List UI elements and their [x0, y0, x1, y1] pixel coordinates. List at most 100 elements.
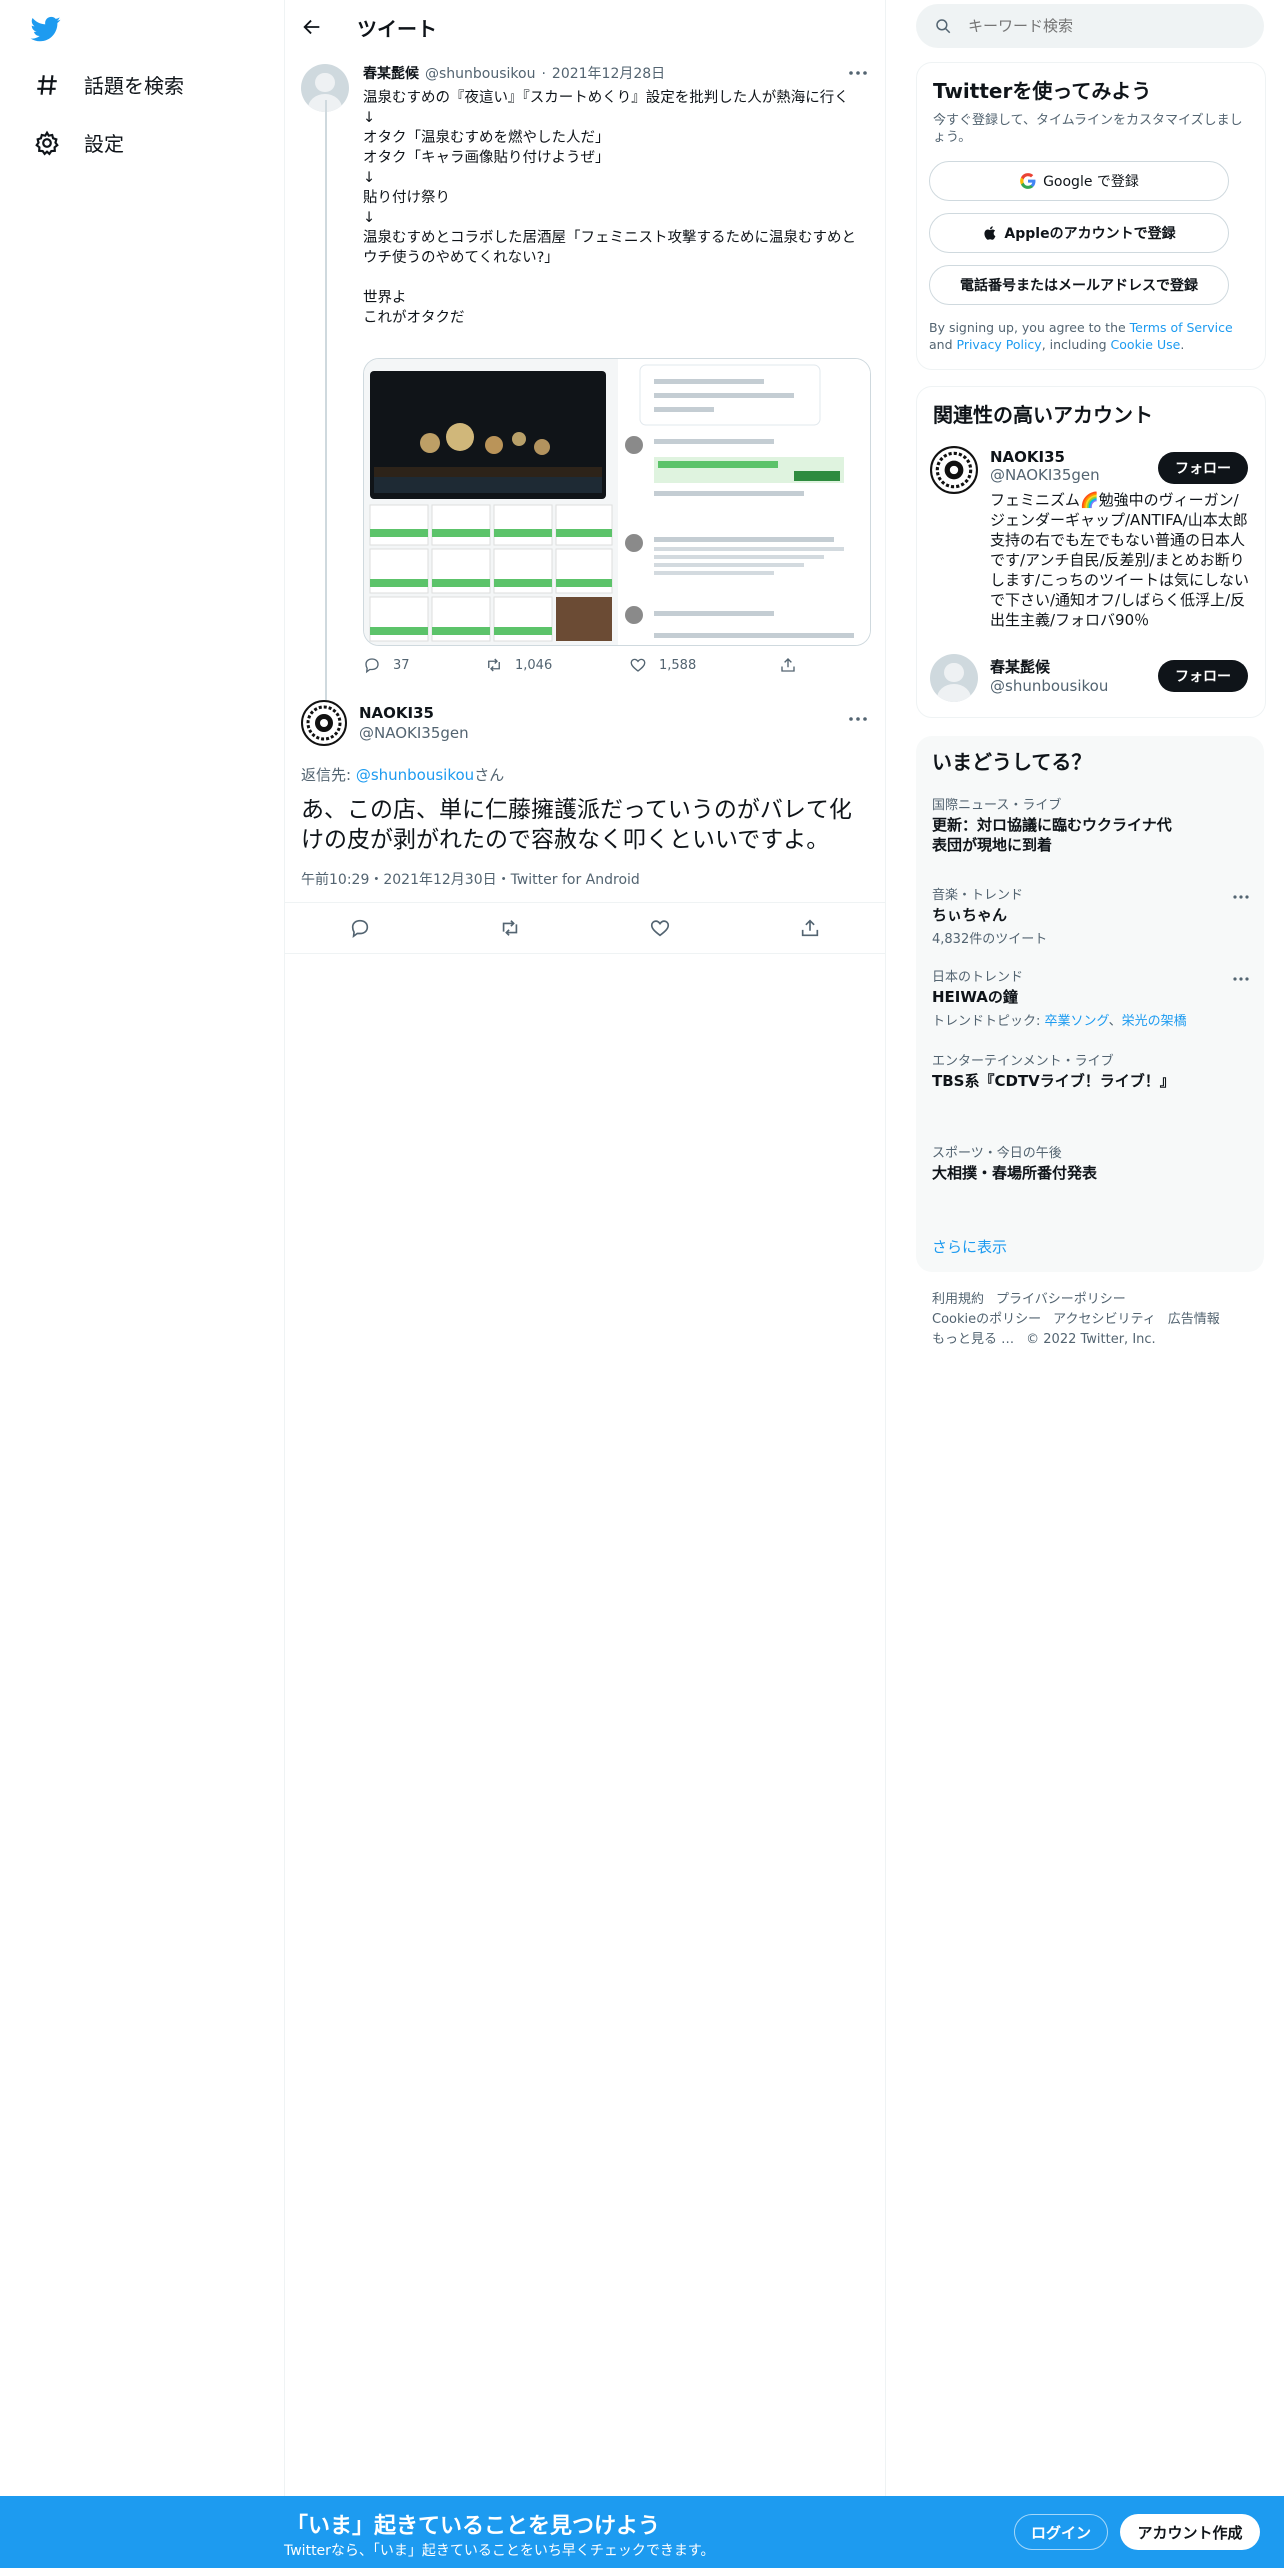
login-button[interactable]: ログイン — [1014, 2514, 1108, 2550]
signup-button[interactable]: アカウント作成 — [1120, 2514, 1260, 2550]
trend-item[interactable]: 日本のトレンド HEIWAの鐘 トレンドトピック: 卒業ソング、栄光の架橋 — [932, 966, 1232, 1029]
trend-item[interactable]: 国際ニュース・ライブ 更新：対ロ協議に臨むウクライナ代表団が現地に到着 — [932, 794, 1232, 855]
trends-title: いまどうしてる？ — [932, 750, 1092, 774]
trend-category: スポーツ・今日の午後 — [932, 1146, 1062, 1161]
parent-share-action[interactable] — [779, 656, 797, 674]
footer-link-privacy[interactable]: プライバシーポリシー — [996, 1292, 1126, 1307]
trend-more-icon[interactable] — [1232, 894, 1250, 900]
apple-signup-button[interactable]: Appleのアカウントで登録 — [929, 213, 1229, 253]
reply-icon[interactable] — [349, 917, 371, 939]
follow-button-1[interactable]: フォロー — [1158, 452, 1248, 484]
footer-link-terms[interactable]: 利用規約 — [932, 1292, 984, 1307]
related-account-2-name[interactable]: 春某髭候 — [990, 656, 1108, 677]
google-signup-button[interactable]: Google で登録 — [929, 161, 1229, 201]
trend-item[interactable]: スポーツ・今日の午後 大相撲・春場所番付発表 — [932, 1142, 1232, 1183]
back-arrow-icon[interactable] — [301, 16, 323, 38]
twitter-logo-icon[interactable] — [30, 14, 62, 44]
parent-tweet-handle[interactable]: @shunbousikou — [425, 64, 535, 84]
parent-retweet-count: 1,046 — [515, 657, 553, 673]
banner-title: 「いま」起きていることを見つけよう — [286, 2514, 661, 2539]
parent-tweet-separator: · — [541, 66, 546, 82]
retweet-icon — [488, 658, 500, 672]
related-account-1-avatar[interactable] — [930, 446, 978, 494]
heart-icon — [630, 658, 646, 672]
parent-tweet-actions: 37 1,046 1,588 — [363, 656, 797, 674]
phone-email-signup-button[interactable]: 電話番号またはメールアドレスで登録 — [929, 265, 1229, 305]
google-signup-label: Google で登録 — [1043, 174, 1139, 190]
terms-including: , including — [1041, 337, 1111, 352]
trend-category: 日本のトレンド — [932, 970, 1024, 985]
trend-topics-prefix: トレンドトピック: — [932, 1014, 1045, 1029]
parent-reply-action[interactable]: 37 — [363, 656, 485, 674]
signup-card-subtitle: 今すぐ登録して、タイムラインをカスタマイズしましょう。 — [933, 113, 1243, 145]
trend-topic-link[interactable]: 栄光の架橋 — [1122, 1014, 1187, 1029]
parent-retweet-action[interactable]: 1,046 — [485, 656, 629, 674]
focused-tweet-meta[interactable]: 午前10:29・2021年12月30日・Twitter for Android — [301, 869, 869, 889]
show-more-link[interactable]: さらに表示 — [932, 1236, 1232, 1257]
nav-settings[interactable]: 設定 — [34, 128, 124, 157]
related-account-1-bio: フェミニズム🌈勉強中のヴィーガン/ジェンダーギャップ/ANTIFA/山本太郎支持… — [990, 491, 1250, 629]
thread-line — [325, 100, 327, 700]
trend-topics-sep: 、 — [1108, 1014, 1122, 1029]
focused-tweet-more-icon[interactable] — [847, 712, 869, 726]
reply-to-handle-link[interactable]: @shunbousikou — [356, 766, 474, 784]
page-title: ツイート — [357, 16, 437, 41]
footer-link-more[interactable]: もっと見る … — [932, 1332, 1014, 1347]
trends-card: いまどうしてる？ 国際ニュース・ライブ 更新：対ロ協議に臨むウクライナ代表団が現… — [916, 736, 1264, 1272]
search-input[interactable] — [966, 16, 1250, 36]
privacy-policy-link[interactable]: Privacy Policy — [957, 337, 1042, 352]
footer-copyright: © 2022 Twitter, Inc. — [1026, 1332, 1156, 1347]
trend-category: 国際ニュース・ライブ — [932, 798, 1062, 813]
google-logo-icon — [1020, 173, 1036, 189]
parent-tweet[interactable]: 春某髭候 @shunbousikou · 2021年12月28日 温泉むすめの『… — [363, 64, 869, 328]
related-account-2-handle[interactable]: @shunbousikou — [990, 677, 1108, 695]
signup-card-title: Twitterを使ってみよう — [933, 79, 1152, 103]
parent-reply-count: 37 — [393, 657, 410, 673]
apple-logo-icon — [984, 226, 996, 240]
trend-tweet-count: 4,832件のツイート — [932, 932, 1048, 947]
nav-explore-label: 話題を検索 — [84, 74, 184, 98]
cookie-use-link[interactable]: Cookie Use — [1111, 337, 1181, 352]
focused-tweet-handle[interactable]: @NAOKI35gen — [359, 723, 469, 743]
focused-tweet-avatar[interactable] — [301, 700, 347, 746]
trend-more-icon[interactable] — [1232, 976, 1250, 982]
terms-of-service-link[interactable]: Terms of Service — [1130, 320, 1233, 335]
reply-to-prefix: 返信先: — [301, 766, 356, 784]
share-icon[interactable] — [799, 917, 821, 939]
login-banner: 「いま」起きていることを見つけよう Twitterなら、「いま」起きていることを… — [0, 2496, 1284, 2568]
retweet-icon[interactable] — [499, 917, 521, 939]
footer-link-cookies[interactable]: Cookieのポリシー — [932, 1312, 1041, 1327]
signup-card: Twitterを使ってみよう 今すぐ登録して、タイムラインをカスタマイズしましょ… — [916, 62, 1266, 370]
focused-tweet: NAOKI35 @NAOKI35gen 返信先: @shunbousikouさん… — [301, 700, 869, 889]
trend-title: HEIWAの鐘 — [932, 988, 1018, 1006]
gear-icon — [35, 130, 59, 155]
footer-link-ads[interactable]: 広告情報 — [1168, 1312, 1220, 1327]
nav-explore[interactable]: 話題を検索 — [34, 70, 184, 99]
trend-title: TBS系『CDTVライブ！ライブ！』 — [932, 1072, 1175, 1090]
parent-tweet-author-name[interactable]: 春某髭候 — [363, 64, 419, 84]
trend-topic-link[interactable]: 卒業ソング — [1045, 1014, 1109, 1029]
search-bar[interactable] — [916, 4, 1264, 48]
trend-title: 大相撲・春場所番付発表 — [932, 1164, 1098, 1182]
follow-button-2[interactable]: フォロー — [1158, 660, 1248, 692]
focused-tweet-author-name[interactable]: NAOKI35 — [359, 703, 469, 723]
search-icon — [936, 19, 951, 34]
footer-link-accessibility[interactable]: アクセシビリティ — [1053, 1312, 1156, 1327]
trend-item[interactable]: 音楽・トレンド ちぃちゃん 4,832件のツイート — [932, 884, 1232, 947]
trend-title: ちぃちゃん — [932, 906, 1008, 924]
parent-tweet-date[interactable]: 2021年12月28日 — [552, 64, 665, 84]
trend-category: エンターテインメント・ライブ — [932, 1054, 1114, 1069]
related-account-2-avatar[interactable] — [930, 654, 978, 702]
parent-tweet-media[interactable] — [363, 358, 871, 646]
parent-like-action[interactable]: 1,588 — [629, 656, 779, 674]
banner-subtitle: Twitterなら、「いま」起きていることをいち早くチェックできます。 — [284, 2543, 715, 2559]
related-account-1-name[interactable]: NAOKI35 — [990, 448, 1100, 466]
parent-tweet-more-icon[interactable] — [847, 66, 869, 80]
trend-item[interactable]: エンターテインメント・ライブ TBS系『CDTVライブ！ライブ！』 — [932, 1050, 1232, 1091]
heart-icon[interactable] — [649, 917, 671, 939]
parent-like-count: 1,588 — [659, 657, 697, 673]
related-account-1-handle[interactable]: @NAOKI35gen — [990, 466, 1100, 484]
terms-and: and — [929, 337, 957, 352]
trend-category: 音楽・トレンド — [932, 888, 1024, 903]
share-icon — [781, 658, 795, 672]
